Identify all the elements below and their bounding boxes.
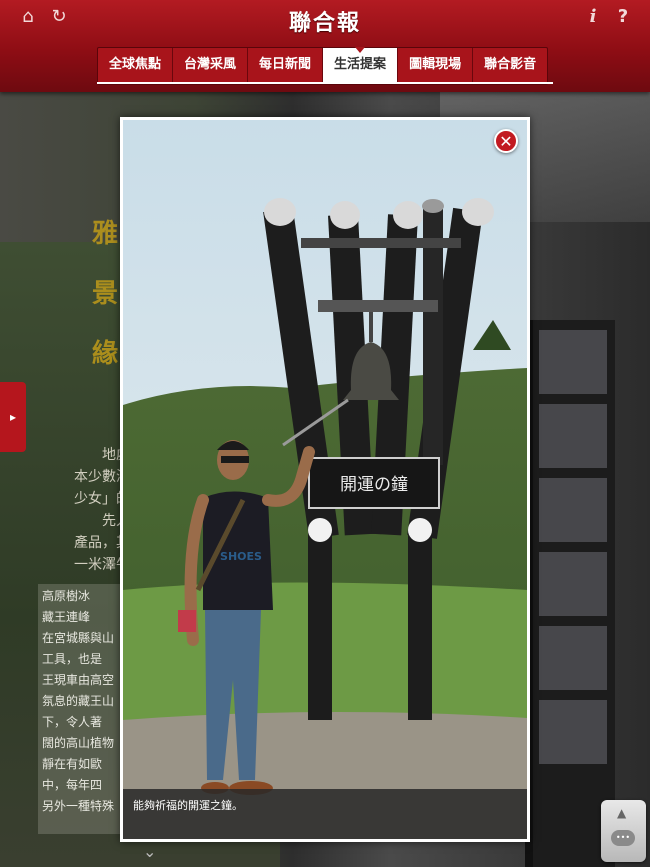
chat-bubble-icon: ••• [611, 830, 635, 846]
help-icon[interactable]: ? [612, 6, 634, 28]
film-thumbnail[interactable] [539, 700, 607, 764]
article-body: 地處 本少數海 少女」的 先入 產品，其 一米澤牛 [74, 447, 130, 573]
caption-bar: 能夠祈福的開運之鐘。 [123, 789, 527, 839]
shirt-print: SHOES [220, 550, 262, 563]
article-title: 雅景緣 [92, 219, 119, 369]
photo-lightbox: 開運の鐘 SHOES 能夠祈福的開運之鐘。 ✕ [120, 117, 530, 842]
tab-underline [97, 82, 553, 84]
tab-lifestyle[interactable]: 生活提案 [323, 47, 399, 84]
chevron-down-icon[interactable]: ⌄ [143, 842, 163, 861]
tab-global-focus[interactable]: 全球焦點 [98, 48, 174, 84]
bell-photo: 開運の鐘 SHOES [123, 120, 527, 839]
tab-video[interactable]: 聯合影音 [473, 48, 547, 84]
film-thumbnail[interactable] [539, 404, 607, 468]
film-thumbnail[interactable] [539, 330, 607, 394]
app-logo: 聯合報 [288, 10, 361, 36]
tab-photo-gallery[interactable]: 圖輯現場 [398, 48, 474, 84]
section-tabs: 全球焦點 台灣采風 每日新聞 生活提案 圖輯現場 聯合影音 [97, 47, 549, 85]
bell-sign-text: 開運の鐘 [340, 475, 408, 495]
film-thumbnail[interactable] [539, 478, 607, 542]
article-sidebar-box: 高原樹冰 藏王連峰 在宮城縣與山 工具，也是 王現車由高空 氛息的藏王山 下，令… [38, 584, 126, 834]
comment-button[interactable]: ▲ ••• [601, 800, 646, 862]
film-thumbnail[interactable] [539, 626, 607, 690]
film-thumbnail[interactable] [539, 552, 607, 616]
photo-caption: 能夠祈福的開運之鐘。 [133, 799, 243, 812]
tab-taiwan[interactable]: 台灣采風 [173, 48, 249, 84]
side-drawer-toggle[interactable]: ▸ [0, 382, 26, 452]
close-button[interactable]: ✕ [494, 129, 518, 153]
photo-filmstrip[interactable] [525, 320, 615, 867]
tab-daily-news[interactable]: 每日新聞 [248, 48, 324, 84]
top-bar: ⌂ ↻ 聯合報 i ? 全球焦點 台灣采風 每日新聞 生活提案 圖輯現場 聯合影… [0, 0, 650, 92]
info-icon[interactable]: i [582, 6, 604, 28]
chevron-up-icon: ▲ [617, 806, 627, 820]
